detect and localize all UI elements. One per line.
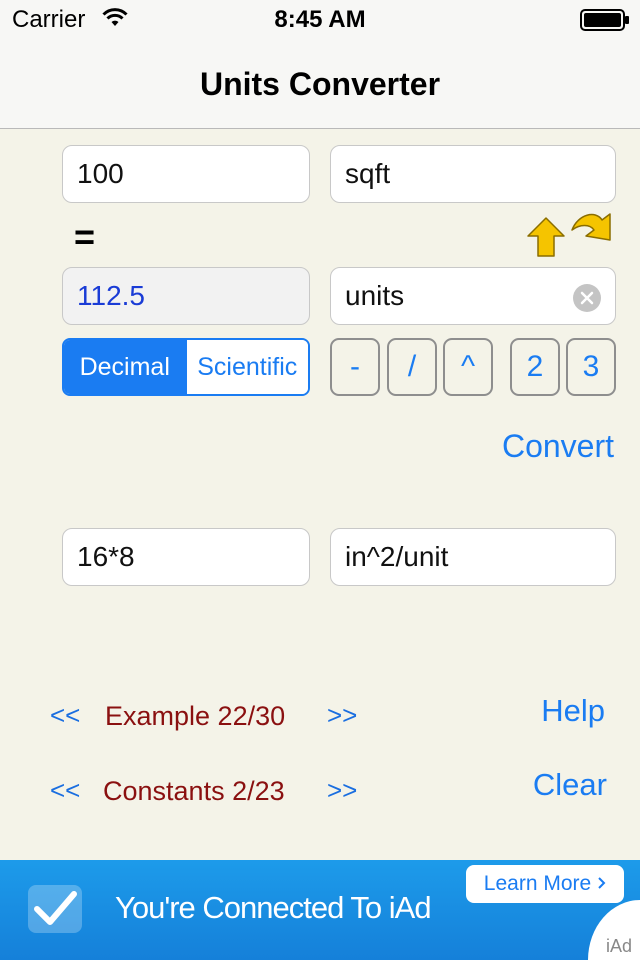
example-label: Example 22/30 [105, 701, 286, 731]
factor-value-text: 16*8 [77, 541, 135, 572]
number-format-segmented-control: Decimal Scientific [62, 338, 310, 396]
swap-units-icon[interactable] [522, 208, 618, 265]
divide-key-button[interactable]: / [387, 338, 437, 396]
to-unit-text: units [345, 280, 405, 311]
page-title: Units Converter [199, 66, 441, 102]
learn-more-label: Learn More [483, 872, 592, 895]
equals-sign: = [74, 216, 96, 257]
from-value-field[interactable]: 100 [62, 145, 310, 203]
from-unit-field[interactable]: sqft [330, 145, 616, 203]
from-value-text: 100 [77, 158, 124, 189]
result-value-field: 112.5 [62, 267, 310, 325]
factor-value-field[interactable]: 16*8 [62, 528, 310, 586]
example-next-button[interactable]: >> [327, 700, 357, 731]
example-prev-button[interactable]: << [50, 700, 80, 731]
segment-decimal[interactable]: Decimal [64, 340, 186, 394]
help-button[interactable]: Help [500, 693, 605, 729]
status-time: 8:45 AM [274, 6, 366, 33]
battery-icon [580, 9, 630, 36]
segment-scientific[interactable]: Scientific [185, 340, 308, 394]
cubed-key-button[interactable]: 3 [566, 338, 616, 396]
clear-button[interactable]: Clear [500, 767, 607, 803]
convert-button[interactable]: Convert [470, 428, 614, 465]
clear-field-icon[interactable] [573, 284, 601, 312]
checkmark-icon [28, 885, 82, 933]
chevron-right-icon [597, 872, 606, 896]
ad-message: You're Connected To iAd [115, 890, 432, 925]
learn-more-button[interactable]: Learn More [466, 865, 624, 903]
constants-label: Constants 2/23 [103, 776, 285, 806]
constants-prev-button[interactable]: << [50, 775, 80, 806]
minus-key-button[interactable]: - [330, 338, 380, 396]
constants-next-button[interactable]: >> [327, 775, 357, 806]
ad-brand-label: iAd [606, 936, 633, 956]
squared-key-button[interactable]: 2 [510, 338, 560, 396]
factor-unit-text: in^2/unit [345, 541, 449, 572]
result-value-text: 112.5 [77, 280, 145, 311]
factor-unit-field[interactable]: in^2/unit [330, 528, 616, 586]
power-key-button[interactable]: ^ [443, 338, 493, 396]
from-unit-text: sqft [345, 158, 391, 189]
